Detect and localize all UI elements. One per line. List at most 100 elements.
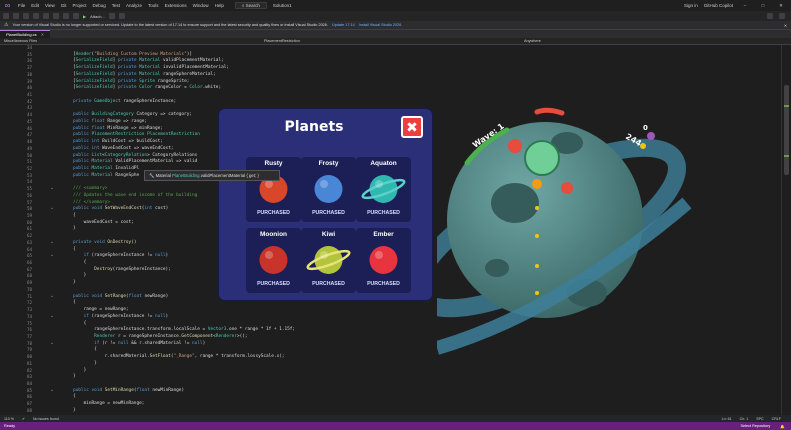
fold-toggle-icon[interactable]: ⌄ xyxy=(50,340,54,346)
menu-project[interactable]: Project xyxy=(69,3,89,8)
code-line[interactable]: public Material InvalidPl xyxy=(73,166,139,171)
search-box[interactable]: ⌕ Search xyxy=(234,2,267,9)
project-dropdown[interactable]: Miscellaneous Files xyxy=(4,39,37,43)
menu-window[interactable]: Window xyxy=(190,3,212,8)
code-line[interactable]: public int WaveEndCost => waveEndCost; xyxy=(73,146,173,151)
menu-extensions[interactable]: Extensions xyxy=(162,3,190,8)
code-line[interactable]: { xyxy=(73,300,76,305)
forward-icon[interactable] xyxy=(13,13,19,19)
back-icon[interactable] xyxy=(3,13,9,19)
code-line[interactable]: if (rangeSphereInstance != null) xyxy=(73,314,169,319)
planet-card[interactable]: Kiwi PURCHASED xyxy=(301,228,356,293)
close-icon[interactable]: ✕ xyxy=(784,23,791,28)
code-line[interactable]: } xyxy=(73,368,87,373)
code-line[interactable]: public Material ValidPlacementMaterial =… xyxy=(73,159,197,164)
code-line[interactable]: [Header("Building Custom Preview Materia… xyxy=(73,52,192,57)
fold-toggle-icon[interactable]: ⌄ xyxy=(50,239,54,245)
maximize-icon[interactable]: □ xyxy=(757,3,769,8)
code-line[interactable]: } xyxy=(73,408,76,413)
tab-planet-building[interactable]: PlanetBuilding.cs ✕ xyxy=(0,30,51,38)
install-link[interactable]: Install Visual Studio 2026 xyxy=(359,23,402,27)
new-file-icon[interactable] xyxy=(23,13,29,19)
copilot-button[interactable]: GitHub Copilot xyxy=(704,3,733,8)
toolbar-option-icon[interactable] xyxy=(108,13,115,19)
redo-icon[interactable] xyxy=(73,13,79,19)
planet-card[interactable]: Aquaton PURCHASED xyxy=(356,157,411,222)
fold-toggle-icon[interactable]: ⌄ xyxy=(50,206,54,211)
notifications-icon[interactable]: 🔔 xyxy=(780,424,785,429)
menu-tools[interactable]: Tools xyxy=(145,3,162,8)
code-line[interactable]: public Material RangeSphe xyxy=(73,173,139,178)
code-line[interactable]: } xyxy=(73,273,87,278)
code-line[interactable]: } xyxy=(73,361,97,366)
close-panel-button[interactable]: ✖ xyxy=(401,116,423,138)
code-line[interactable]: [SerializeField] private Material rangeS… xyxy=(73,72,216,77)
code-line[interactable]: public void SetMinRange(float newMinRang… xyxy=(73,388,184,393)
code-line[interactable]: r.sharedMaterial.SetFloat("_Range", rang… xyxy=(73,354,285,359)
code-line[interactable]: public int BuildCost => buildCost; xyxy=(73,139,163,144)
code-line[interactable]: public List<CategoryRelation> CategoryRe… xyxy=(73,153,197,158)
member-dropdown[interactable]: Anywhere xyxy=(524,39,541,43)
code-line[interactable]: [SerializeField] private Sprite rangeSpr… xyxy=(73,79,189,84)
code-line[interactable]: public void SetRange(float newRange) xyxy=(73,294,168,299)
code-line[interactable]: /// Updates the wave end income of the b… xyxy=(73,193,197,198)
feedback-icon[interactable] xyxy=(779,13,785,19)
minimize-icon[interactable]: – xyxy=(739,3,751,8)
update-link[interactable]: Update 17.14 xyxy=(332,23,355,27)
menu-analyze[interactable]: Analyze xyxy=(123,3,145,8)
code-line[interactable]: } xyxy=(73,226,76,231)
fold-toggle-icon[interactable]: ⌄ xyxy=(50,313,54,319)
code-line[interactable]: [SerializeField] private Material invali… xyxy=(73,65,229,70)
code-line[interactable]: if (rangeSphereInstance != null) xyxy=(73,253,169,258)
code-line[interactable]: } xyxy=(73,374,76,379)
code-line[interactable]: /// <summary> xyxy=(73,186,107,191)
class-dropdown[interactable]: PlacementRestriction xyxy=(264,39,300,43)
code-line[interactable]: range = newRange; xyxy=(73,307,129,312)
code-line[interactable]: public float Range => range; xyxy=(73,119,147,124)
code-line[interactable]: /// </summary> xyxy=(73,200,110,205)
code-line[interactable]: public BuildingCategory Category => cate… xyxy=(73,112,192,117)
live-share-icon[interactable] xyxy=(767,13,773,19)
code-line[interactable]: public float MinRange => minRange; xyxy=(73,126,163,131)
code-line[interactable]: private GameObject rangeSphereInstance; xyxy=(73,99,176,104)
code-line[interactable]: if (r != null && r.sharedMaterial != nul… xyxy=(73,341,205,346)
code-line[interactable]: rangeSphereInstance.transform.localScale… xyxy=(73,327,295,332)
scrollbar-thumb[interactable] xyxy=(784,85,789,175)
save-all-icon[interactable] xyxy=(53,13,59,19)
planet-card[interactable]: Rusty PURCHASED xyxy=(246,157,301,222)
sign-in-button[interactable]: Sign in xyxy=(684,3,698,8)
menu-help[interactable]: Help xyxy=(212,3,227,8)
fold-toggle-icon[interactable]: ⌄ xyxy=(50,253,54,258)
toolbar-option-icon[interactable] xyxy=(118,13,125,19)
menu-test[interactable]: Test xyxy=(109,3,123,8)
vertical-scrollbar[interactable] xyxy=(781,45,791,415)
line-ending[interactable]: CRLF xyxy=(772,417,781,421)
code-line[interactable]: [SerializeField] private Material validP… xyxy=(73,58,224,63)
menu-file[interactable]: File xyxy=(15,3,28,8)
code-line[interactable]: { xyxy=(73,347,97,352)
code-line[interactable]: { xyxy=(73,260,87,265)
code-line[interactable]: { xyxy=(73,247,76,252)
code-line[interactable]: { xyxy=(73,321,87,326)
code-line[interactable]: private void OnDestroy() xyxy=(73,240,137,245)
menu-debug[interactable]: Debug xyxy=(90,3,109,8)
close-tab-icon[interactable]: ✕ xyxy=(41,32,44,37)
planet-card[interactable]: Frosty PURCHASED xyxy=(301,157,356,222)
fold-toggle-icon[interactable]: ⌄ xyxy=(50,387,54,393)
code-line[interactable]: Renderer r = rangeSphereInstance.GetComp… xyxy=(73,334,247,339)
code-line[interactable]: [SerializeField] private Color rangeColo… xyxy=(73,85,221,90)
code-line[interactable]: public PlacementRestriction PlacementRes… xyxy=(73,132,200,137)
code-line[interactable]: { xyxy=(73,213,76,218)
select-repository-button[interactable]: Select Repository xyxy=(741,424,771,429)
planet-card[interactable]: Moonion PURCHASED xyxy=(246,228,301,293)
issues-status[interactable]: No issues found xyxy=(33,417,59,421)
code-line[interactable]: waveEndCost = cost; xyxy=(73,220,134,225)
attach-button[interactable]: Attach... xyxy=(90,14,105,19)
indent-mode[interactable]: SPC xyxy=(756,417,763,421)
save-icon[interactable] xyxy=(43,13,49,19)
planet-card[interactable]: Ember PURCHASED xyxy=(356,228,411,293)
code-line[interactable]: public void SetWaveEndCost(int cost) xyxy=(73,206,168,211)
menu-view[interactable]: View xyxy=(42,3,58,8)
menu-edit[interactable]: Edit xyxy=(28,3,42,8)
open-icon[interactable] xyxy=(33,13,39,19)
